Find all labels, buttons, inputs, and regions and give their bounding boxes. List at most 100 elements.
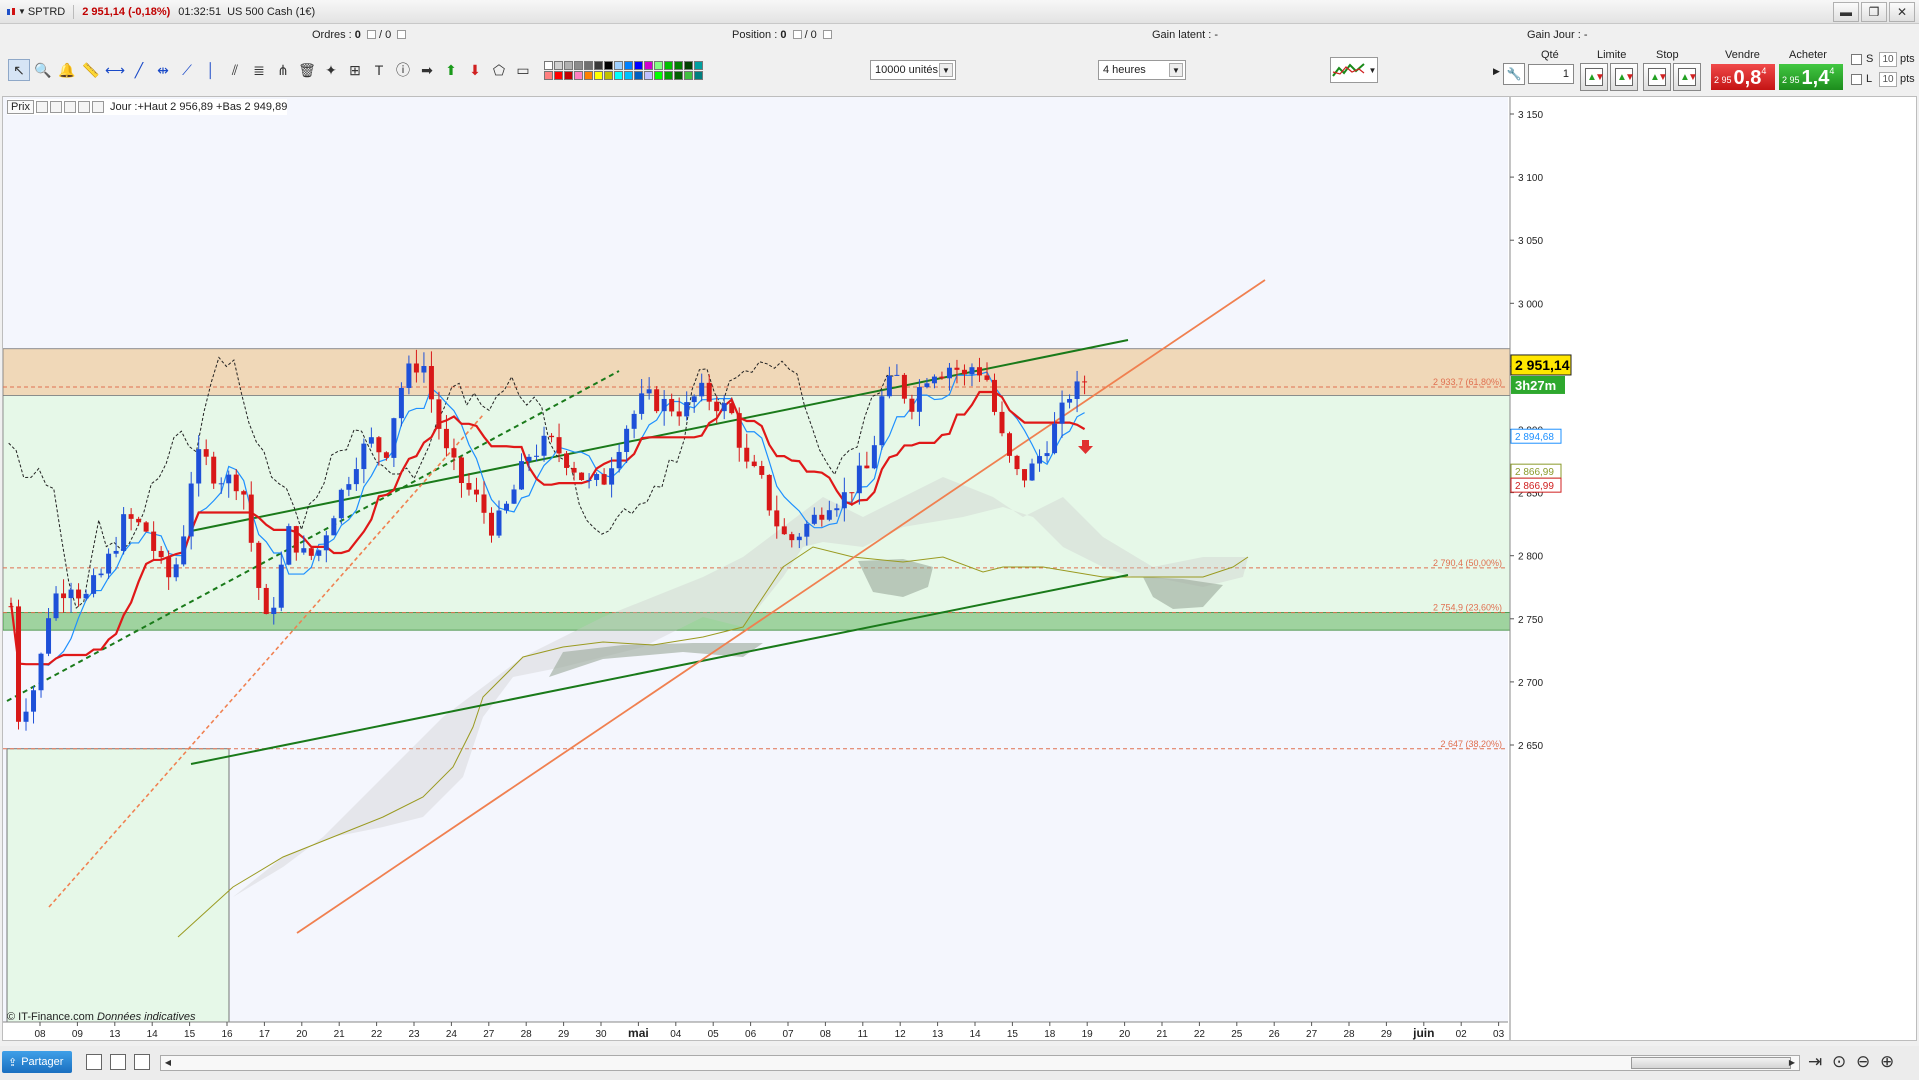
price-axis[interactable]	[1510, 97, 1916, 1040]
settings-icon[interactable]	[822, 30, 832, 39]
color-swatch[interactable]	[694, 70, 703, 80]
arrow-down-icon[interactable]: ⬇	[464, 59, 486, 81]
close-icon[interactable]	[63, 101, 76, 113]
units-select[interactable]: 10000 unités ▼	[870, 60, 956, 80]
close-icon[interactable]	[366, 30, 376, 39]
magnet-icon[interactable]: ✦	[320, 59, 342, 81]
color-swatch[interactable]	[614, 70, 623, 80]
trend-line-icon[interactable]: ╱	[128, 59, 150, 81]
restore-button[interactable]: ❐	[1861, 2, 1887, 22]
arrow-up-icon[interactable]: ⬆	[440, 59, 462, 81]
timeframe-select[interactable]: 4 heures ▼	[1098, 60, 1186, 80]
sell-button[interactable]: 2 95 0,8 4	[1711, 64, 1775, 90]
wrench-icon[interactable]	[35, 101, 48, 113]
color-swatch[interactable]	[564, 60, 573, 70]
zoom-fit-icon[interactable]: ⊙	[1832, 1052, 1846, 1072]
add-icon[interactable]	[77, 101, 90, 113]
color-swatch[interactable]	[554, 70, 563, 80]
delete-icon[interactable]: 🗑	[296, 59, 318, 81]
color-swatch[interactable]	[694, 60, 703, 70]
ray-icon[interactable]: ⟋	[176, 59, 198, 81]
horizontal-line-icon[interactable]: ⟷	[104, 59, 126, 81]
color-swatch[interactable]	[544, 70, 553, 80]
color-swatch[interactable]	[664, 60, 673, 70]
color-swatch[interactable]	[654, 70, 663, 80]
window-icon[interactable]	[49, 101, 62, 113]
limit-points-input[interactable]: 10	[1879, 72, 1897, 87]
color-swatch[interactable]	[684, 60, 693, 70]
color-swatch[interactable]	[624, 70, 633, 80]
color-swatch[interactable]	[684, 70, 693, 80]
close-button[interactable]: ✕	[1889, 2, 1915, 22]
fibonacci-icon[interactable]: ≣	[248, 59, 270, 81]
color-swatch[interactable]	[554, 60, 563, 70]
limit-sell-button[interactable]: ▲ ▼	[1610, 63, 1638, 91]
qty-input[interactable]: 1	[1528, 64, 1574, 84]
price-label[interactable]: Prix	[7, 100, 34, 114]
stop-points-input[interactable]: 10	[1879, 52, 1897, 67]
stop-checkbox[interactable]	[1851, 54, 1862, 65]
zoom-in-icon[interactable]: ⊕	[1880, 1052, 1894, 1072]
color-swatch[interactable]	[604, 70, 613, 80]
color-swatch[interactable]	[674, 70, 683, 80]
channel-icon[interactable]: ⫽	[224, 59, 246, 81]
color-swatch[interactable]	[584, 60, 593, 70]
color-swatch[interactable]	[594, 70, 603, 80]
minimize-button[interactable]: ▬	[1833, 2, 1859, 22]
calculator-icon[interactable]	[110, 1054, 126, 1070]
zoom-icon[interactable]: 🔍	[32, 59, 54, 81]
time-scrollbar[interactable]: ◀ ▶	[160, 1055, 1800, 1071]
color-swatch[interactable]	[654, 60, 663, 70]
stop-sell-button[interactable]: ▲ ▼	[1673, 63, 1701, 91]
color-swatch[interactable]	[564, 70, 573, 80]
shape-icon[interactable]: ⬠	[488, 59, 510, 81]
chart-panel[interactable]: 2 933,7 (61,80%) 2 790,4 (50,00%) 2 754,9 …	[2, 96, 1917, 1041]
scroll-right-icon[interactable]: ▶	[1785, 1056, 1799, 1070]
color-swatch[interactable]	[644, 70, 653, 80]
color-swatch[interactable]	[574, 70, 583, 80]
color-swatch[interactable]	[624, 60, 633, 70]
scroll-left-icon[interactable]: ◀	[161, 1056, 175, 1070]
measure-icon[interactable]: ⊞	[344, 59, 366, 81]
layout-icon[interactable]	[86, 1054, 102, 1070]
scroll-end-icon[interactable]: ⇥	[1808, 1052, 1822, 1072]
cursor-icon[interactable]: ↖	[8, 59, 30, 81]
arrows-icon[interactable]: ⇹	[152, 59, 174, 81]
price-chart[interactable]: 2 933,7 (61,80%) 2 790,4 (50,00%) 2 754,9 …	[3, 97, 1916, 1040]
scissors-icon[interactable]	[134, 1054, 150, 1070]
zoom-out-icon[interactable]: ⊖	[1856, 1052, 1870, 1072]
color-swatch[interactable]	[614, 60, 623, 70]
color-swatch[interactable]	[544, 60, 553, 70]
expand-icon[interactable]	[91, 101, 104, 113]
info-icon[interactable]: ⓘ	[392, 59, 414, 81]
color-swatch[interactable]	[594, 60, 603, 70]
scroll-thumb[interactable]	[1631, 1057, 1791, 1069]
vertical-line-icon[interactable]: │	[200, 59, 222, 81]
indicator-button[interactable]: ▼	[1330, 57, 1378, 83]
color-swatch[interactable]	[664, 70, 673, 80]
ruler-icon[interactable]: 📏	[80, 59, 102, 81]
color-swatch[interactable]	[644, 60, 653, 70]
rectangle-icon[interactable]: ▭	[512, 59, 534, 81]
arrow-right-icon[interactable]: ➡	[416, 59, 438, 81]
limit-buy-button[interactable]: ▲ ▼	[1580, 63, 1608, 91]
symbol-selector[interactable]: ▼ SPTRD	[6, 0, 65, 24]
candle-body	[218, 483, 224, 485]
bell-icon[interactable]: 🔔	[56, 59, 78, 81]
panel-arrow-icon[interactable]: ▶	[1493, 66, 1500, 77]
text-icon[interactable]: T	[368, 59, 390, 81]
settings-icon[interactable]	[397, 30, 407, 39]
pitchfork-icon[interactable]: ⋔	[272, 59, 294, 81]
color-swatch[interactable]	[634, 70, 643, 80]
color-swatch[interactable]	[584, 70, 593, 80]
limit-checkbox[interactable]	[1851, 74, 1862, 85]
wrench-icon[interactable]: 🔧	[1503, 63, 1525, 85]
stop-buy-button[interactable]: ▲ ▼	[1643, 63, 1671, 91]
color-swatch[interactable]	[634, 60, 643, 70]
color-swatch[interactable]	[574, 60, 583, 70]
share-button[interactable]: ⇪ Partager	[2, 1051, 72, 1073]
close-icon[interactable]	[792, 30, 802, 39]
color-swatch[interactable]	[604, 60, 613, 70]
color-swatch[interactable]	[674, 60, 683, 70]
buy-button[interactable]: 2 95 1,4 4	[1779, 64, 1843, 90]
